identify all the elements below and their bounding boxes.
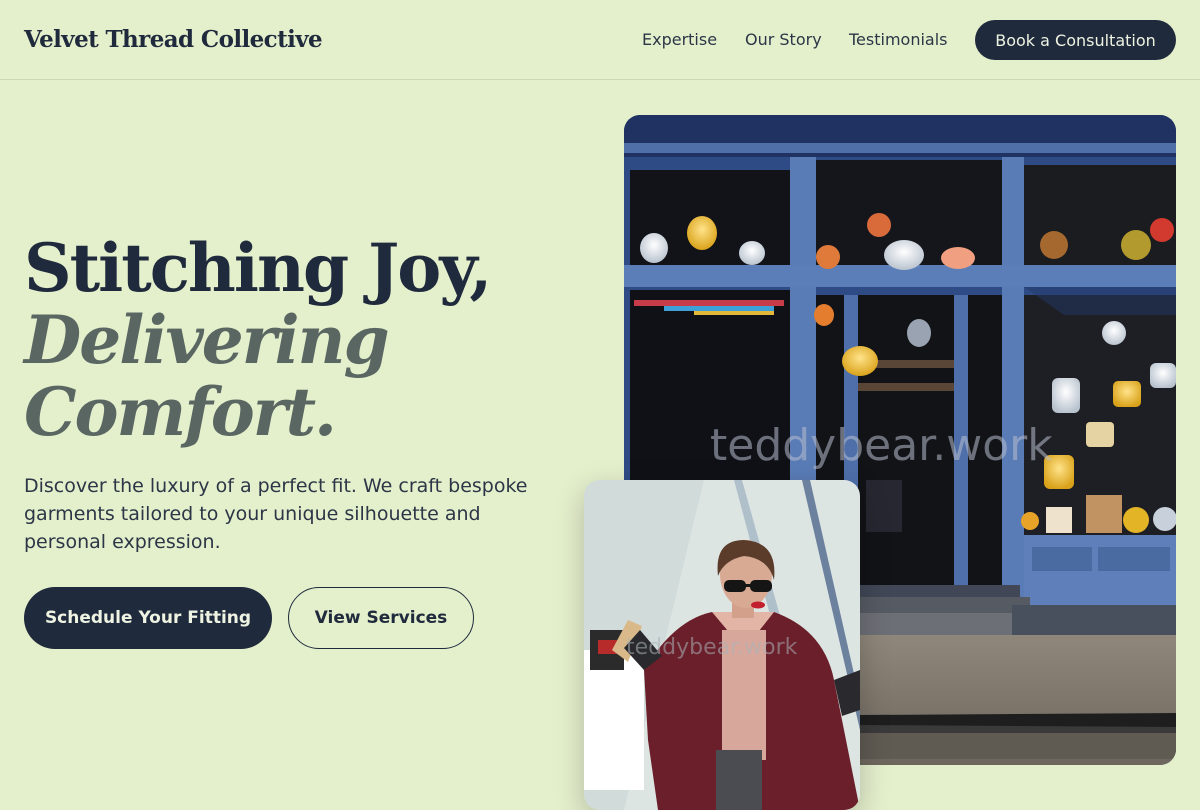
nav-link-expertise[interactable]: Expertise xyxy=(642,30,717,49)
portrait-watermark: teddybear.work xyxy=(626,635,798,660)
hero-headline: Stitching Joy, Delivering Comfort. xyxy=(24,229,492,451)
nav-link-testimonials[interactable]: Testimonials xyxy=(849,30,948,49)
schedule-fitting-button[interactable]: Schedule Your Fitting xyxy=(24,587,272,649)
headline-line-2: Delivering xyxy=(24,301,390,379)
hero-subtext: Discover the luxury of a perfect fit. We… xyxy=(24,475,528,553)
view-services-button[interactable]: View Services xyxy=(288,587,474,649)
nav-link-our-story[interactable]: Our Story xyxy=(745,30,822,49)
fashion-portrait-image: teddybear.work xyxy=(584,480,860,810)
portrait-illustration: teddybear.work xyxy=(584,480,860,810)
storefront-watermark: teddybear.work xyxy=(710,420,1053,471)
headline-line-3: Comfort. xyxy=(24,373,337,451)
top-nav: Velvet Thread Collective Expertise Our S… xyxy=(0,0,1200,80)
brand-logo[interactable]: Velvet Thread Collective xyxy=(24,26,323,53)
headline-line-1: Stitching Joy, xyxy=(24,229,492,307)
book-consultation-button[interactable]: Book a Consultation xyxy=(975,20,1176,60)
